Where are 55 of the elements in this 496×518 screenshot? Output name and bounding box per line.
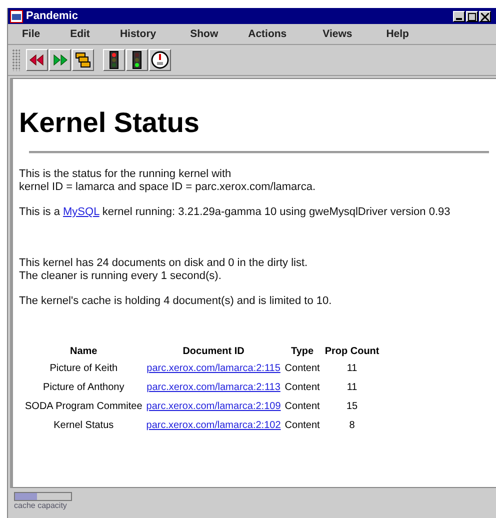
toolbar-button[interactable] (149, 49, 171, 71)
document-link[interactable]: parc.xerox.com/lamarca:2:115 (146, 363, 280, 374)
document-link[interactable]: parc.xerox.com/lamarca:2:102 (146, 420, 281, 431)
maximize-icon (468, 12, 476, 20)
menu-item[interactable]: File (22, 28, 40, 40)
table-cell-text: SODA Program Commitee (24, 400, 144, 414)
table-cell-text: Content (284, 381, 321, 395)
traffic-light-icon (132, 51, 142, 69)
table-cell-text: 8 (348, 419, 356, 433)
toolbar-grip[interactable] (12, 49, 20, 71)
toolbar-button[interactable] (26, 49, 48, 71)
minimize-icon (456, 18, 462, 20)
menu-item[interactable]: Help (386, 28, 409, 40)
menu-item[interactable]: Actions (248, 28, 287, 40)
column-header: Type (290, 345, 315, 359)
menu-item[interactable]: Edit (70, 28, 90, 40)
page-heading: Kernel Status (19, 107, 200, 139)
table-cell-text: Content (284, 419, 321, 433)
column-header: Prop Count (324, 345, 380, 359)
paragraph: This is a MySQL kernel running: 3.21.29a-gamma 10 using gweMysqlDriver version 0.93 (19, 206, 452, 219)
gauge-icon (151, 51, 169, 69)
close-icon (481, 12, 489, 20)
stacked-pages-icon (75, 52, 91, 68)
menu-item[interactable]: History (120, 28, 156, 40)
table-cell-text: Picture of Anthony (42, 381, 126, 395)
back-arrows-icon (29, 54, 45, 66)
table-cell-text: Content (284, 400, 321, 414)
column-header: Document ID (182, 345, 246, 359)
app-icon (10, 10, 23, 22)
paragraph: This is the status for the running kernel with kernel ID = lamarca and space ID = parc.xerox.com/lamarca. (19, 168, 317, 194)
toolbar-button[interactable] (103, 49, 125, 71)
table-cell-text: 11 (346, 362, 358, 376)
toolbar-button[interactable] (126, 49, 148, 71)
paragraph: The kernel's cache is holding 4 document(s) and is limited to 10. (19, 295, 333, 308)
table-cell-text: 11 (346, 381, 358, 395)
document-link[interactable]: parc.xerox.com/lamarca:2:109 (146, 401, 281, 412)
traffic-light-icon (109, 51, 119, 69)
maximize-button[interactable] (466, 10, 478, 22)
menu-item[interactable]: Show (190, 28, 218, 40)
document-link[interactable]: parc.xerox.com/lamarca:2:113 (146, 382, 280, 393)
column-header: Name (69, 345, 98, 359)
window-title: Pandemic (26, 10, 78, 22)
link[interactable]: MySQL (63, 206, 100, 218)
minimize-button[interactable] (453, 10, 465, 22)
table-cell-text: Kernel Status (52, 419, 115, 433)
table-cell-text: 15 (345, 400, 359, 414)
paragraph: This kernel has 24 documents on disk and 0 in the dirty list. The cleaner is running every 1 second(s). (19, 257, 309, 283)
table-cell-text: Content (284, 362, 321, 376)
table-cell-text: Picture of Keith (48, 362, 119, 376)
toolbar-button[interactable] (49, 49, 71, 71)
forward-arrows-icon (52, 54, 68, 66)
close-button[interactable] (479, 10, 491, 22)
meter-label: cache capacity (14, 501, 68, 510)
menu-item[interactable]: Views (322, 28, 352, 40)
toolbar-button[interactable] (72, 49, 94, 71)
